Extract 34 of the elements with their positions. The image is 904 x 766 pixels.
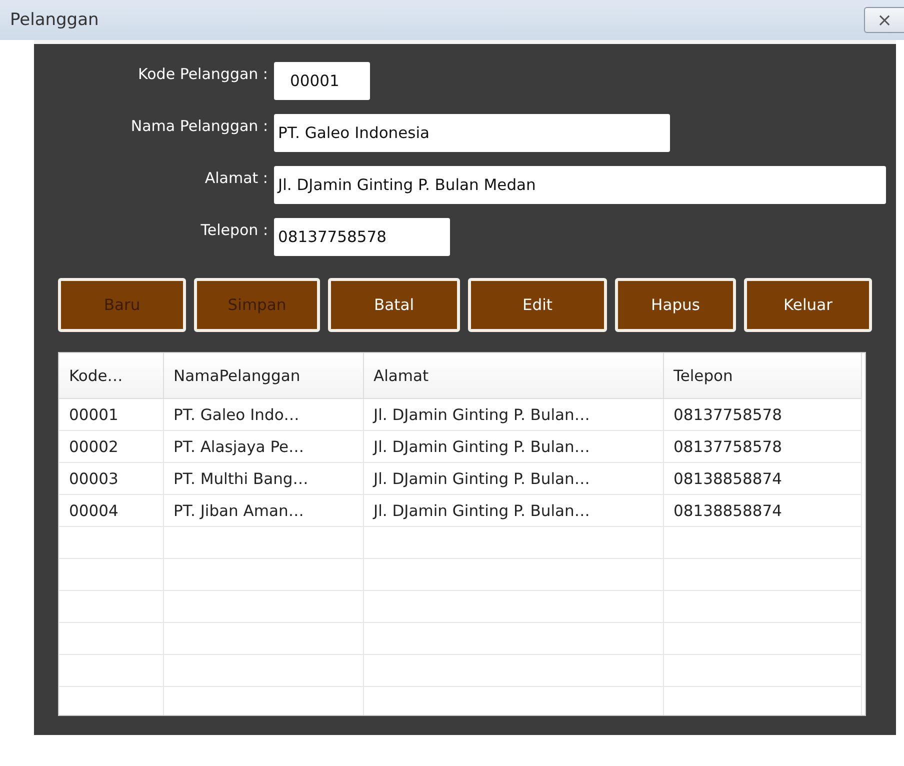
table-cell: 00003 <box>69 470 118 488</box>
action-button[interactable]: Edit <box>468 278 607 332</box>
table-cell: PT. Jiban Aman… <box>174 502 304 520</box>
field-label: Kode Pelanggan : <box>137 64 269 83</box>
input-field[interactable]: Jl. DJamin Ginting P. Bulan Medan <box>274 166 886 204</box>
input-field[interactable]: PT. Galeo Indonesia <box>274 114 670 152</box>
table-cell: PT. Alasjaya Pe… <box>174 438 304 456</box>
field-label: Telepon : <box>200 220 269 239</box>
window-title: Pelanggan <box>10 10 99 30</box>
column-header[interactable]: Alamat <box>363 353 663 398</box>
input-field[interactable]: 08137758578 <box>274 218 450 256</box>
action-button[interactable]: Hapus <box>615 278 736 332</box>
table-cell: Jl. DJamin Ginting P. Bulan… <box>374 502 590 520</box>
table-cell: 08138858874 <box>674 502 782 520</box>
input-field[interactable]: 00001 <box>274 62 370 100</box>
table-cell: Jl. DJamin Ginting P. Bulan… <box>374 406 590 424</box>
table-cell: PT. Galeo Indo… <box>174 406 300 424</box>
action-button[interactable]: Keluar <box>744 278 872 332</box>
column-header[interactable]: Telepon <box>663 353 861 398</box>
column-header[interactable]: Kode… <box>59 353 163 398</box>
table-cell: 08138858874 <box>674 470 782 488</box>
table-cell: Jl. DJamin Ginting P. Bulan… <box>374 438 590 456</box>
table-cell: PT. Multhi Bang… <box>174 470 308 488</box>
table-cell: 00001 <box>69 406 118 424</box>
table-cell: 08137758578 <box>674 438 782 456</box>
table-cell: 08137758578 <box>674 406 782 424</box>
action-button[interactable]: Batal <box>328 278 460 332</box>
close-button[interactable]: ⨯ <box>864 7 904 33</box>
field-label: Nama Pelanggan : <box>130 116 269 135</box>
column-header[interactable]: NamaPelanggan <box>163 353 363 398</box>
table-cell: 00002 <box>69 438 118 456</box>
table-cell: Jl. DJamin Ginting P. Bulan… <box>374 470 590 488</box>
field-label: Alamat : <box>204 168 269 187</box>
table-cell: 00004 <box>69 502 118 520</box>
